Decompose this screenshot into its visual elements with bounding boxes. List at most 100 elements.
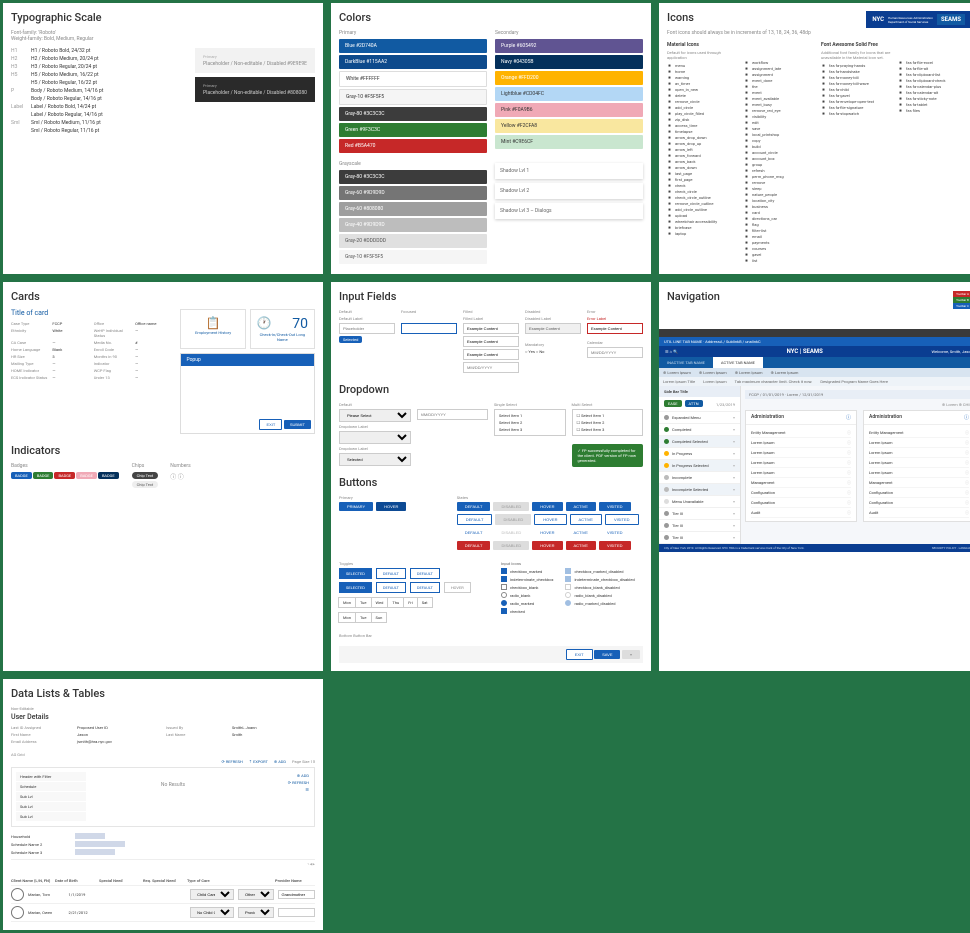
card-list-item[interactable]: Lorem Ipsumⓘ (751, 458, 851, 468)
dow-toggle[interactable]: Sat (417, 597, 433, 608)
card-list-item[interactable]: Lorem Ipsumⓘ (751, 468, 851, 478)
exit-button[interactable]: EXIT (259, 419, 282, 430)
filled-input[interactable] (463, 323, 519, 334)
dropdown-default[interactable]: Please Select (339, 409, 411, 422)
sidebar-item[interactable]: Incomplete▾ (659, 472, 740, 484)
filled-input-3[interactable] (463, 349, 519, 360)
multi-select-list[interactable]: ☐ Select Item 1☐ Select Item 2☐ Select I… (572, 409, 644, 436)
card-list-item[interactable]: Configurationⓘ (869, 488, 969, 498)
checkbox_marked-icon[interactable] (501, 568, 507, 574)
provider-input[interactable] (278, 908, 315, 917)
subnav-item[interactable]: ⊕ Lorem Ipsum (699, 370, 727, 375)
care-select[interactable]: Child Care in Place – Informal si… (190, 889, 234, 900)
tree-item[interactable]: Schedule (16, 782, 86, 791)
calendar-input[interactable] (587, 347, 643, 358)
sidebar-item[interactable]: Completed Selected▾ (659, 436, 740, 448)
row-radio[interactable] (11, 888, 24, 901)
tab-inactive[interactable]: INACTIVE TAB NAME (659, 357, 713, 368)
row-radio[interactable] (11, 906, 24, 919)
dow-toggle[interactable]: Wed (371, 597, 389, 608)
dow-toggle[interactable]: Thu (387, 597, 404, 608)
state-button[interactable]: VISITED (599, 502, 631, 511)
select-option[interactable]: Select Item 2 (497, 419, 563, 426)
red-button[interactable]: DEFAULT (457, 541, 491, 550)
provider-input[interactable] (278, 890, 315, 899)
focused-input[interactable] (401, 323, 457, 334)
sidebar-item[interactable]: In Progress Selected▾ (659, 460, 740, 472)
toggle-icon[interactable]: ⊕ (942, 402, 945, 407)
subnav-item[interactable]: ⊕ Lorem Ipsum (663, 370, 691, 375)
dow-toggle[interactable]: Tue (355, 597, 372, 608)
sidebar-item[interactable]: Tier III▾ (659, 520, 740, 532)
dow-toggle[interactable]: Fri (403, 597, 418, 608)
care-select[interactable]: No Child Care in Place – Arrange… (190, 907, 234, 918)
toggle-selected[interactable]: SELECTED (339, 568, 372, 579)
dow-toggle[interactable]: Mon (338, 597, 356, 608)
card-list-item[interactable]: Lorem Ipsumⓘ (869, 448, 969, 458)
card-list-item[interactable]: Entity Managementⓘ (751, 428, 851, 438)
checkbox_blank-icon[interactable] (501, 584, 507, 590)
primary-button[interactable]: PRIMARY (339, 502, 373, 511)
radio_marked-icon[interactable] (501, 600, 507, 606)
select-option[interactable]: ☐ Select Item 2 (575, 419, 641, 426)
card-list-item[interactable]: Configurationⓘ (869, 498, 969, 508)
tree-item[interactable]: Sub Lvl (16, 792, 86, 801)
submit-button[interactable]: SUBMIT (284, 420, 311, 429)
chip[interactable]: Chip Text (132, 481, 159, 488)
subnav-item[interactable]: ⊕ Lorem Ipsum (771, 370, 799, 375)
card-list-item[interactable]: Auditⓘ (869, 508, 969, 518)
state-button[interactable]: HOVER (532, 502, 562, 511)
info-icon[interactable]: ⓘ (964, 414, 969, 421)
select-option[interactable]: Select Item 1 (497, 412, 563, 419)
dow-toggle[interactable]: Sun (371, 612, 388, 623)
tab-active[interactable]: ACTIVE TAB NAME (713, 357, 763, 368)
tree-item[interactable]: Sub Lvl (16, 802, 86, 811)
single-select-list[interactable]: Select Item 1Select Item 2Select Item 3 (494, 409, 566, 436)
card-list-item[interactable]: Lorem Ipsumⓘ (751, 438, 851, 448)
dow-toggle[interactable]: Mon (338, 612, 356, 623)
card-list-item[interactable]: Managementⓘ (751, 478, 851, 488)
sidebar-item[interactable]: Completed▾ (659, 424, 740, 436)
other-select[interactable]: Other (238, 889, 275, 900)
radio-yes[interactable]: ○ Yes (525, 349, 535, 354)
card-list-item[interactable]: Configurationⓘ (751, 498, 851, 508)
select-option[interactable]: ☐ Select Item 1 (575, 412, 641, 419)
card-list-item[interactable]: Lorem Ipsumⓘ (869, 468, 969, 478)
select-option[interactable]: ☐ Select Item 3 (575, 426, 641, 433)
subnav-item[interactable]: ⊕ Lorem Ipsum (735, 370, 763, 375)
state-button[interactable]: ACTIVE (566, 502, 596, 511)
sidebar-item[interactable]: Menu Unavailable▾ (659, 496, 740, 508)
date-input[interactable] (463, 362, 519, 373)
card-list-item[interactable]: Configurationⓘ (751, 488, 851, 498)
sidebar-item[interactable]: Incomplete Selected▾ (659, 484, 740, 496)
chip[interactable]: Chip Text (132, 472, 159, 479)
card-list-item[interactable]: Auditⓘ (751, 508, 851, 518)
grid-action[interactable]: ⊕ ADD (260, 772, 310, 779)
other-select[interactable]: Provide Referrals Needed (238, 907, 275, 918)
card-list-item[interactable]: Lorem Ipsumⓘ (869, 458, 969, 468)
indeterminate_checkbox-icon[interactable] (501, 576, 507, 582)
dropdown-date[interactable] (417, 409, 489, 420)
sidebar-item[interactable]: Tier III▾ (659, 508, 740, 520)
stat-card-checkin[interactable]: 🕐 70 Check-In/Check-Out Long Name (250, 309, 315, 349)
grid-action[interactable]: ⟳ REFRESH (260, 779, 310, 786)
toggle-default[interactable]: DEFAULT (376, 568, 406, 579)
filled-input-2[interactable] (463, 336, 519, 347)
hover-button[interactable]: HOVER (376, 502, 406, 511)
radio_blank-icon[interactable] (501, 592, 507, 598)
checked-icon[interactable] (501, 608, 507, 614)
card-list-item[interactable]: Lorem Ipsumⓘ (869, 438, 969, 448)
sidebar-item[interactable]: Expanded Menu▾ (659, 412, 740, 424)
error-input[interactable] (587, 323, 643, 334)
add-link[interactable]: ⊕ ADD (274, 759, 286, 764)
info-icon[interactable]: ⓘ (846, 414, 851, 421)
save-button[interactable]: SAVE (594, 650, 620, 659)
stat-card-employment[interactable]: 📋 Employment History (180, 309, 245, 349)
card-list-item[interactable]: Entity Managementⓘ (869, 428, 969, 438)
state-button[interactable]: DEFAULT (457, 502, 491, 511)
exit-button[interactable]: EXIT (566, 649, 593, 660)
select-option[interactable]: Select Item 3 (497, 426, 563, 433)
card-list-item[interactable]: Managementⓘ (869, 478, 969, 488)
day-of-week-toggle-2[interactable]: MonTueSun (339, 612, 481, 623)
sidebar-item[interactable]: In Progress▾ (659, 448, 740, 460)
